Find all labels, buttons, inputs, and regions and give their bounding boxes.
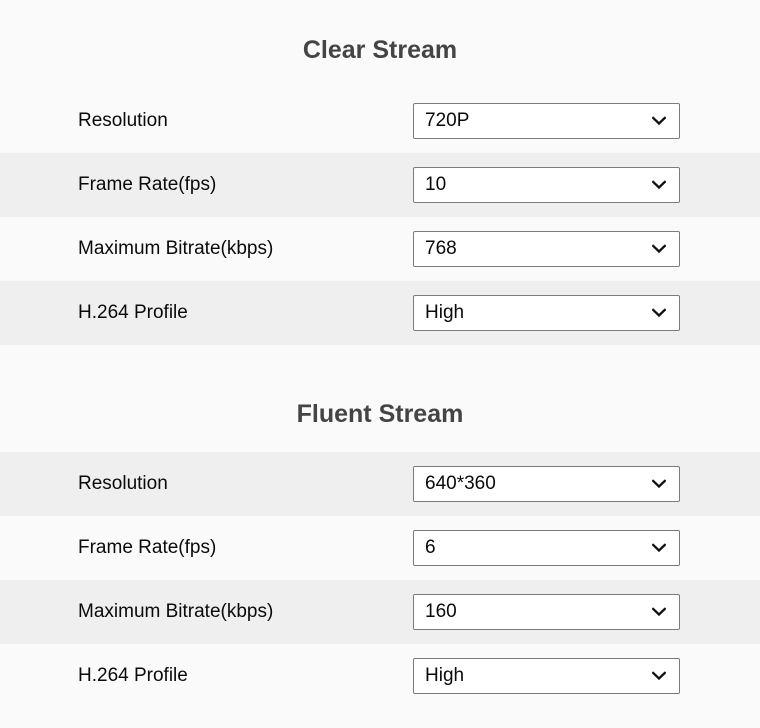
select-value: 160: [425, 601, 457, 622]
settings-row-h264profile-fluent: H.264 Profile High: [0, 644, 760, 708]
row-label: Frame Rate(fps): [78, 536, 217, 558]
row-label: H.264 Profile: [78, 301, 188, 323]
title-spacer: [0, 63, 760, 89]
settings-row-bitrate-fluent: Maximum Bitrate(kbps) 160: [0, 580, 760, 644]
chevron-down-icon[interactable]: [652, 244, 666, 254]
chevron-down-icon[interactable]: [652, 607, 666, 617]
select-wrapper: 720P: [413, 103, 680, 139]
bitrate-select-clear[interactable]: 768: [413, 231, 680, 267]
select-value: 10: [425, 174, 447, 195]
chevron-down-icon[interactable]: [652, 671, 666, 681]
settings-row-bitrate-clear: Maximum Bitrate(kbps) 768: [0, 217, 760, 281]
row-label: H.264 Profile: [78, 664, 188, 686]
select-value: 6: [425, 537, 436, 558]
bitrate-select-fluent[interactable]: 160: [413, 594, 680, 630]
video-stream-settings-page: Clear Stream Resolution 720P Frame Rate(…: [0, 0, 760, 728]
select-value: High: [425, 665, 465, 686]
row-label: Resolution: [78, 472, 168, 494]
section-title-clear-stream: Clear Stream: [0, 0, 760, 63]
chevron-down-icon[interactable]: [652, 479, 666, 489]
select-value: 768: [425, 238, 457, 259]
chevron-down-icon[interactable]: [652, 180, 666, 190]
section-gap: [0, 345, 760, 375]
page-bottom-filler: [0, 708, 760, 728]
settings-row-framerate-clear: Frame Rate(fps) 10: [0, 153, 760, 217]
title-spacer: [0, 427, 760, 452]
select-value: High: [425, 302, 465, 323]
row-label: Maximum Bitrate(kbps): [78, 600, 274, 622]
settings-row-framerate-fluent: Frame Rate(fps) 6: [0, 516, 760, 580]
framerate-select-clear[interactable]: 10: [413, 167, 680, 203]
select-wrapper: High: [413, 295, 680, 331]
chevron-down-icon[interactable]: [652, 116, 666, 126]
select-wrapper: 160: [413, 594, 680, 630]
chevron-down-icon[interactable]: [652, 543, 666, 553]
chevron-down-icon[interactable]: [652, 308, 666, 318]
select-wrapper: 768: [413, 231, 680, 267]
h264-profile-select-clear[interactable]: High: [413, 295, 680, 331]
row-label: Maximum Bitrate(kbps): [78, 237, 274, 259]
section-title-fluent-stream: Fluent Stream: [0, 375, 760, 427]
settings-row-h264profile-clear: H.264 Profile High: [0, 281, 760, 345]
resolution-select-fluent[interactable]: 640*360: [413, 466, 680, 502]
select-wrapper: 6: [413, 530, 680, 566]
settings-row-resolution-fluent: Resolution 640*360: [0, 452, 760, 516]
row-label: Resolution: [78, 109, 168, 131]
select-wrapper: High: [413, 658, 680, 694]
select-value: 640*360: [425, 473, 496, 494]
settings-row-resolution-clear: Resolution 720P: [0, 89, 760, 153]
row-label: Frame Rate(fps): [78, 173, 217, 195]
select-wrapper: 640*360: [413, 466, 680, 502]
select-wrapper: 10: [413, 167, 680, 203]
h264-profile-select-fluent[interactable]: High: [413, 658, 680, 694]
resolution-select-clear[interactable]: 720P: [413, 103, 680, 139]
framerate-select-fluent[interactable]: 6: [413, 530, 680, 566]
select-value: 720P: [425, 110, 470, 131]
